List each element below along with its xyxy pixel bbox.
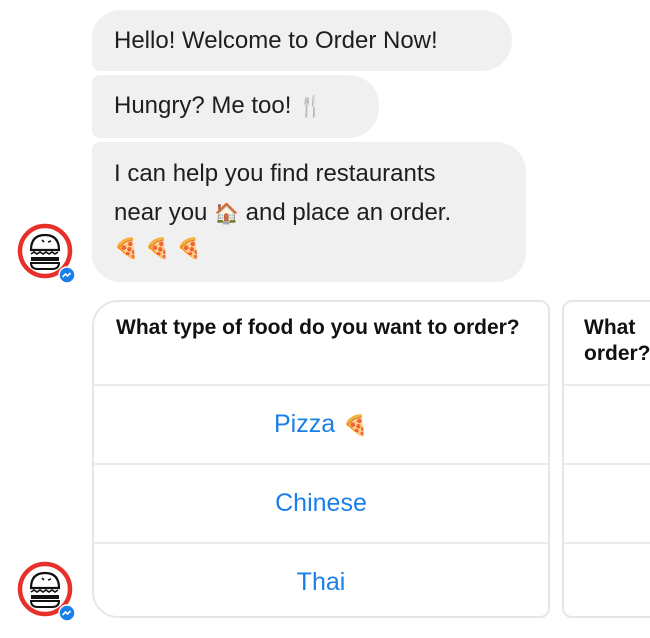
message-text: Hungry? Me too! [114,92,292,119]
option-thai-button[interactable]: Thai [94,544,548,616]
message-text-line-1: I can help you find restaurants [114,160,436,187]
pizza-icon: 🍕 [343,412,369,437]
burger-icon [17,223,76,284]
option-pizza-button[interactable]: Pizza 🍕 [94,386,548,465]
quick-reply-card: What type of food do you want to order? … [92,300,550,618]
option-button[interactable] [564,386,650,465]
option-chinese-button[interactable]: Chinese [94,465,548,544]
message-text: Hello! Welcome to Order Now! [114,27,438,54]
bot-avatar[interactable] [16,560,78,622]
message-text-line-2: near you 🏠 and place an order. [114,199,452,226]
option-button[interactable] [564,465,650,544]
card-title: What order? [564,302,650,386]
message-bubble-hungry: Hungry? Me too! 🍴 [92,75,379,138]
house-icon: 🏠 [214,201,239,225]
fork-and-knife-icon: 🍴 [298,94,323,118]
message-bubble-welcome: Hello! Welcome to Order Now! [92,10,512,71]
bot-avatar[interactable] [16,222,78,284]
card-title: What type of food do you want to order? [94,302,548,386]
option-button[interactable] [564,544,650,616]
quick-reply-card-next[interactable]: What order? [562,300,650,618]
pizza-icons: 🍕 🍕 🍕 [114,236,202,260]
burger-icon [17,561,76,622]
message-bubble-help: I can help you find restaurants near you… [92,142,526,282]
